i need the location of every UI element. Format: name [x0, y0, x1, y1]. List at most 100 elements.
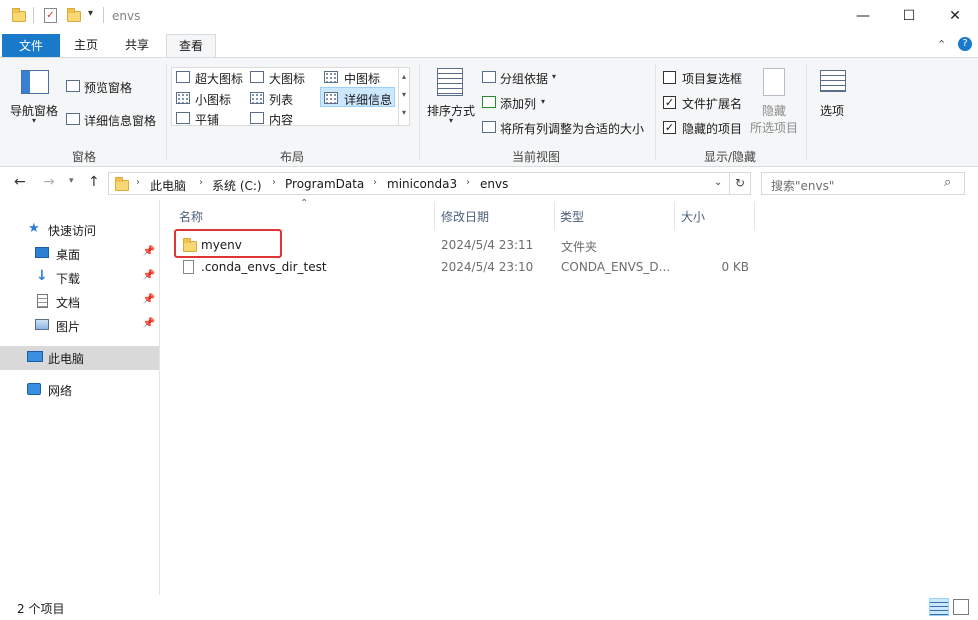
chevron-right-icon[interactable]: › — [199, 177, 203, 188]
group-by-button[interactable]: 分组依据 — [500, 70, 548, 87]
nav-this-pc[interactable]: 此电脑 — [0, 346, 159, 370]
layout-tiles[interactable]: 平铺 — [195, 111, 219, 128]
help-icon[interactable]: ? — [958, 37, 972, 51]
layout-extra-large-icons[interactable]: 超大图标 — [195, 70, 243, 87]
details-pane-icon[interactable] — [66, 113, 80, 125]
tab-home[interactable]: 主页 — [64, 34, 108, 58]
navigation-pane-icon[interactable] — [21, 70, 49, 94]
list-icon[interactable] — [250, 92, 264, 104]
nav-pictures[interactable]: 图片 📌 — [0, 314, 159, 338]
layout-scroll-icon[interactable]: ▴ ▾ ▾ — [398, 68, 409, 125]
nav-quick-access[interactable]: ★ 快速访问 — [0, 218, 159, 242]
options-button[interactable]: 选项 — [820, 102, 844, 119]
medium-icons-icon[interactable] — [324, 71, 338, 83]
chevron-down-icon[interactable]: ▾ — [32, 116, 36, 125]
pin-icon[interactable]: 📌 — [143, 246, 155, 257]
hidden-items-checkbox[interactable]: ✓ — [663, 121, 676, 134]
hide-selected-icon[interactable] — [763, 68, 785, 96]
refresh-icon[interactable]: ↻ — [735, 176, 745, 190]
sort-by-icon[interactable] — [437, 68, 463, 96]
pin-icon[interactable]: 📌 — [143, 294, 155, 305]
preview-pane-icon[interactable] — [66, 80, 80, 92]
nav-downloads[interactable]: ↓ 下载 📌 — [0, 266, 159, 290]
address-dropdown-icon[interactable]: ⌄ — [714, 177, 722, 188]
nav-documents[interactable]: 文档 📌 — [0, 290, 159, 314]
column-divider[interactable] — [434, 202, 435, 230]
breadcrumb-miniconda3[interactable]: miniconda3 — [387, 177, 457, 191]
up-arrow-icon[interactable]: ↑ — [88, 174, 100, 190]
table-row[interactable]: .conda_envs_dir_test 2024/5/4 23:10 COND… — [175, 256, 755, 278]
minimize-button[interactable]: — — [840, 0, 886, 32]
column-header-type[interactable]: 类型 — [560, 208, 584, 225]
hidden-items-label[interactable]: 隐藏的项目 — [682, 120, 742, 137]
chevron-down-icon[interactable]: ▾ — [552, 72, 556, 81]
add-column-icon[interactable] — [482, 96, 496, 108]
file-extensions-checkbox[interactable]: ✓ — [663, 96, 676, 109]
fit-columns-icon[interactable] — [482, 121, 496, 133]
new-folder-icon[interactable] — [67, 8, 81, 22]
chevron-down-icon[interactable]: ▾ — [449, 116, 453, 125]
extra-large-icons-icon[interactable] — [176, 71, 190, 83]
chevron-right-icon[interactable]: › — [136, 177, 140, 188]
layout-medium-icons[interactable]: 中图标 — [344, 70, 380, 87]
details-icon[interactable] — [324, 92, 338, 104]
recent-locations-icon[interactable]: ▾ — [69, 176, 74, 186]
pin-icon[interactable]: 📌 — [143, 318, 155, 329]
preview-pane-button[interactable]: 预览窗格 — [84, 79, 132, 96]
tiles-icon[interactable] — [176, 112, 190, 124]
large-icons-icon[interactable] — [250, 71, 264, 83]
column-header-name[interactable]: 名称 — [179, 208, 203, 225]
breadcrumb-drive-c[interactable]: 系统 (C:) — [212, 177, 262, 194]
chevron-down-icon[interactable]: ▾ — [541, 97, 545, 106]
content-icon[interactable] — [250, 112, 264, 124]
pin-icon[interactable]: 📌 — [143, 270, 155, 281]
hide-selected-label-1[interactable]: 隐藏 — [762, 102, 786, 119]
file-name[interactable]: .conda_envs_dir_test — [201, 260, 327, 274]
customize-toolbar-icon[interactable]: ▾ — [88, 8, 93, 19]
layout-details[interactable]: 详细信息 — [344, 91, 392, 108]
hide-selected-label-2[interactable]: 所选项目 — [750, 119, 798, 136]
layout-list[interactable]: 列表 — [269, 91, 293, 108]
search-input[interactable]: 搜索"envs" — [771, 177, 834, 194]
close-button[interactable]: ✕ — [932, 0, 978, 32]
collapse-ribbon-icon[interactable]: ⌃ — [937, 38, 946, 51]
fit-columns-button[interactable]: 将所有列调整为合适的大小 — [500, 120, 644, 137]
breadcrumb-envs[interactable]: envs — [480, 177, 508, 191]
chevron-right-icon[interactable]: › — [373, 177, 377, 188]
options-icon[interactable] — [820, 70, 846, 92]
maximize-button[interactable]: ☐ — [886, 0, 932, 32]
chevron-right-icon[interactable]: › — [272, 177, 276, 188]
search-icon[interactable]: ⌕ — [944, 175, 951, 190]
column-divider[interactable] — [554, 202, 555, 230]
properties-icon[interactable]: ✓ — [44, 8, 57, 23]
tab-view[interactable]: 查看 — [166, 34, 216, 58]
details-view-icon[interactable] — [929, 598, 949, 616]
forward-arrow-icon[interactable]: → — [43, 174, 55, 190]
add-column-button[interactable]: 添加列 — [500, 95, 536, 112]
breadcrumb-this-pc[interactable]: 此电脑 — [150, 177, 186, 194]
column-header-modified[interactable]: 修改日期 — [441, 208, 489, 225]
item-checkboxes-label[interactable]: 项目复选框 — [682, 70, 742, 87]
group-by-icon[interactable] — [482, 71, 496, 83]
tab-file[interactable]: 文件 — [2, 34, 60, 58]
file-extensions-label[interactable]: 文件扩展名 — [682, 95, 742, 112]
layout-large-icons[interactable]: 大图标 — [269, 70, 305, 87]
breadcrumb-programdata[interactable]: ProgramData — [285, 177, 364, 191]
layout-small-icons[interactable]: 小图标 — [195, 91, 231, 108]
column-divider[interactable] — [674, 202, 675, 230]
details-pane-button[interactable]: 详细信息窗格 — [84, 112, 156, 129]
address-bar[interactable]: › 此电脑 › 系统 (C:) › ProgramData › minicond… — [108, 172, 751, 195]
tab-share[interactable]: 共享 — [114, 34, 160, 58]
nav-network[interactable]: 网络 — [0, 378, 159, 402]
back-arrow-icon[interactable]: ← — [14, 174, 26, 190]
column-header-size[interactable]: 大小 — [681, 208, 705, 225]
divider — [729, 173, 730, 194]
layout-content[interactable]: 内容 — [269, 111, 293, 128]
item-checkboxes-checkbox[interactable] — [663, 71, 676, 84]
chevron-right-icon[interactable]: › — [466, 177, 470, 188]
large-icons-view-icon[interactable] — [953, 599, 969, 615]
search-box[interactable]: 搜索"envs" ⌕ — [761, 172, 965, 195]
column-divider[interactable] — [754, 202, 755, 230]
nav-desktop[interactable]: 桌面 📌 — [0, 242, 159, 266]
small-icons-icon[interactable] — [176, 92, 190, 104]
